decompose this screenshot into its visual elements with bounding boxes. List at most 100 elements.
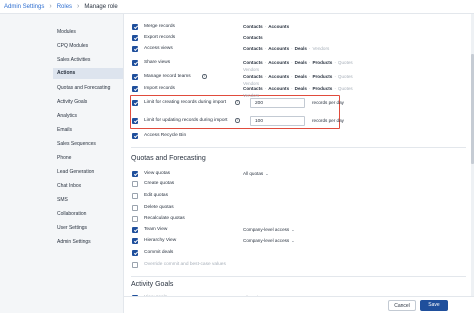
sidebar-item-analytics[interactable]: Analytics: [57, 113, 77, 119]
sidebar-item-admin-settings[interactable]: Admin Settings: [57, 239, 91, 245]
permission-label: Edit quotas: [144, 193, 169, 198]
footer-bar: Cancel Save: [124, 296, 474, 313]
permission-label: Export records: [144, 35, 176, 40]
sidebar-item-sales-sequences[interactable]: Sales Sequences: [57, 141, 96, 147]
section-title-activity-goals: Activity Goals: [131, 281, 174, 288]
module-vendors: Vendors: [243, 67, 260, 72]
sidebar-item-lead-generation[interactable]: Lead Generation: [57, 169, 94, 175]
checkbox[interactable]: [132, 118, 138, 124]
access-dropdown[interactable]: All quotas ⌄: [243, 171, 269, 176]
separator: ·: [291, 86, 293, 91]
permission-row-create-quotas: Create quotas: [132, 181, 462, 189]
module-quotes: Quotes: [337, 60, 353, 65]
dropdown-value: Company-level access: [243, 238, 290, 243]
records-limit-input[interactable]: [250, 116, 305, 126]
permission-label: Merge records: [144, 24, 175, 29]
permission-label: Share views: [144, 60, 171, 65]
separator: ·: [264, 24, 267, 29]
module-scope: Contacts: [243, 35, 263, 40]
module-accounts: Accounts: [268, 24, 290, 29]
checkbox[interactable]: [132, 100, 138, 106]
info-icon[interactable]: i: [235, 100, 240, 105]
checkbox[interactable]: [132, 133, 138, 139]
separator: ·: [308, 60, 311, 65]
module-contacts: Contacts: [243, 74, 263, 79]
permission-row-delete-quotas: Delete quotas: [132, 205, 462, 213]
chevron-right-icon: ›: [49, 3, 52, 10]
module-deals: Deals: [294, 46, 307, 51]
breadcrumb-roles[interactable]: Roles: [57, 4, 72, 10]
permission-label: Limit for creating records during import: [144, 100, 227, 105]
permission-label: Limit for updating records during import: [144, 118, 228, 123]
separator: ·: [291, 46, 293, 51]
checkbox[interactable]: [132, 216, 138, 222]
permission-row-merge-records: Merge records Contacts · Accounts: [132, 24, 462, 32]
checkbox[interactable]: [132, 205, 138, 211]
permission-label: Import records: [144, 86, 175, 91]
module-deals: Deals: [294, 86, 307, 91]
permission-label: Override commit and best-case values: [144, 262, 226, 267]
sidebar-item-emails[interactable]: Emails: [57, 127, 72, 133]
checkbox: [132, 262, 138, 268]
section-divider: [131, 147, 466, 148]
checkbox[interactable]: [132, 60, 138, 66]
module-deals: Deals: [294, 60, 307, 65]
sidebar-item-modules[interactable]: Modules: [57, 29, 76, 35]
sidebar-item-sms[interactable]: SMS: [57, 197, 68, 203]
permission-row-team-view: Team View Company-level access ⌄: [132, 227, 462, 235]
module-contacts: Contacts: [243, 60, 263, 65]
checkbox[interactable]: [132, 86, 138, 92]
checkbox[interactable]: [132, 35, 138, 41]
cancel-button[interactable]: Cancel: [388, 300, 416, 311]
records-limit-input[interactable]: [250, 98, 305, 108]
checkbox[interactable]: [132, 227, 138, 233]
checkbox[interactable]: [132, 238, 138, 244]
checkbox[interactable]: [132, 74, 138, 80]
checkbox[interactable]: [132, 46, 138, 52]
info-icon[interactable]: i: [202, 74, 207, 79]
access-dropdown[interactable]: Company-level access ⌄: [243, 238, 295, 243]
access-dropdown[interactable]: Company-level access ⌄: [243, 227, 295, 232]
permission-row-export-records: Export records Contacts: [132, 35, 462, 43]
separator: ·: [291, 74, 293, 79]
separator: ·: [264, 86, 267, 91]
permission-label: Hierarchy View: [144, 238, 177, 243]
sidebar-item-cpq-modules[interactable]: CPQ Modules: [57, 43, 88, 49]
checkbox[interactable]: [132, 181, 138, 187]
sidebar-item-sales-activities[interactable]: Sales Activities: [57, 57, 90, 63]
sidebar-item-activity-goals[interactable]: Activity Goals: [57, 99, 87, 105]
module-accounts: Accounts: [268, 86, 290, 91]
checkbox[interactable]: [132, 171, 138, 177]
module-accounts: Accounts: [268, 60, 290, 65]
sidebar-item-actions[interactable]: Actions: [53, 68, 123, 79]
separator: ·: [334, 74, 336, 79]
chevron-right-icon: ›: [77, 3, 80, 10]
save-button[interactable]: Save: [420, 300, 448, 311]
permission-row-edit-quotas: Edit quotas: [132, 193, 462, 201]
permission-label: Access views: [144, 46, 173, 51]
separator: ·: [264, 74, 267, 79]
sidebar-item-chat-inbox[interactable]: Chat Inbox: [57, 183, 81, 189]
permission-row-access-recycle-bin: Access Recycle Bin: [132, 133, 462, 141]
separator: ·: [308, 74, 311, 79]
sidebar-item-user-settings[interactable]: User Settings: [57, 225, 87, 231]
module-products: Products: [312, 60, 333, 65]
checkbox[interactable]: [132, 193, 138, 199]
info-icon[interactable]: i: [235, 118, 240, 123]
module-deals: Deals: [294, 74, 307, 79]
sidebar: Modules CPQ Modules Sales Activities Action…: [0, 14, 124, 313]
sidebar-item-phone[interactable]: Phone: [57, 155, 71, 161]
module-contacts: Contacts: [243, 35, 263, 40]
sidebar-item-collaboration[interactable]: Collaboration: [57, 211, 86, 217]
module-accounts: Accounts: [268, 46, 290, 51]
permission-row-share-views: Share views Contacts · Accounts · Deals · Produ…: [132, 60, 462, 72]
separator: ·: [334, 60, 336, 65]
breadcrumb-admin-settings[interactable]: Admin Settings: [4, 4, 44, 10]
module-products: Products: [312, 74, 333, 79]
sidebar-item-quotas-and-forecasting[interactable]: Quotas and Forecasting: [57, 85, 110, 91]
separator: ·: [308, 86, 311, 91]
checkbox[interactable]: [132, 24, 138, 30]
separator: ·: [334, 86, 336, 91]
module-quotes: Quotes: [337, 74, 353, 79]
checkbox[interactable]: [132, 250, 138, 256]
